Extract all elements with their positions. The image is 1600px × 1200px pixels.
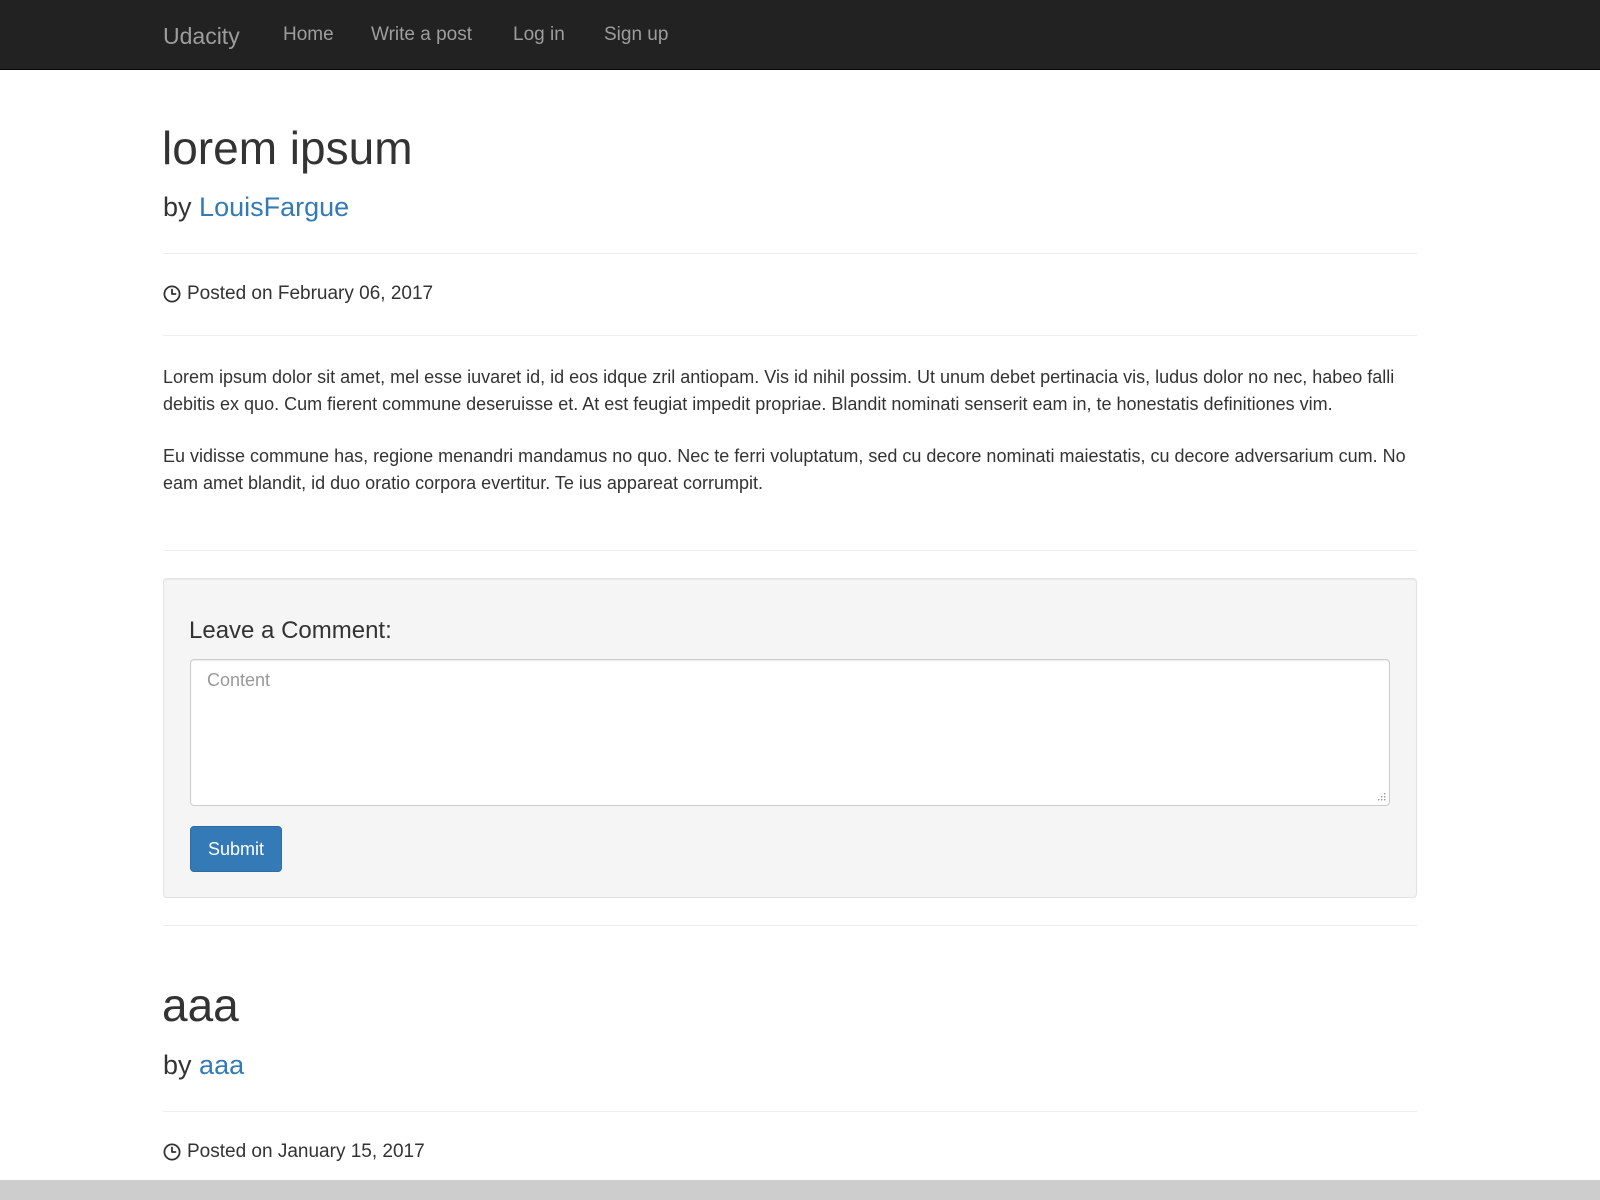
- nav-link-sign-up[interactable]: Sign up: [604, 24, 668, 46]
- posted-on-text: Posted on February 06, 2017: [187, 283, 434, 304]
- nav-link-log-in[interactable]: Log in: [513, 24, 565, 46]
- author-link[interactable]: aaa: [199, 1050, 244, 1080]
- nav-link-write-post[interactable]: Write a post: [371, 24, 472, 46]
- post-date: Posted on February 06, 2017: [163, 282, 433, 306]
- horizontal-scrollbar[interactable]: [0, 1180, 1600, 1200]
- comment-form: Leave a Comment: Submit: [163, 578, 1417, 898]
- divider: [163, 925, 1417, 926]
- submit-button[interactable]: Submit: [190, 826, 282, 872]
- divider: [163, 253, 1417, 254]
- byline-prefix: by: [163, 192, 192, 222]
- post-body: Lorem ipsum dolor sit amet, mel esse iuv…: [163, 364, 1417, 522]
- post-title: lorem ipsum: [162, 122, 413, 174]
- comment-content-textarea[interactable]: [190, 659, 1390, 806]
- clock-icon: [163, 285, 181, 303]
- byline-prefix: by: [163, 1050, 192, 1080]
- divider: [163, 550, 1417, 551]
- resize-grip-icon[interactable]: [1376, 791, 1386, 801]
- top-navbar: Udacity Home Write a post Log in Sign up: [0, 0, 1600, 70]
- post-date: Posted on January 15, 2017: [163, 1140, 425, 1164]
- post-paragraph: Eu vidisse commune has, regione menandri…: [163, 446, 1406, 493]
- comment-heading: Leave a Comment:: [189, 617, 392, 644]
- brand-link[interactable]: Udacity: [163, 22, 240, 50]
- post-byline: by aaa: [163, 1049, 244, 1081]
- nav-link-home[interactable]: Home: [283, 24, 334, 46]
- posted-on-text: Posted on January 15, 2017: [187, 1141, 425, 1162]
- author-link[interactable]: LouisFargue: [199, 192, 349, 222]
- post-title: aaa: [162, 979, 239, 1031]
- post-paragraph: Lorem ipsum dolor sit amet, mel esse iuv…: [163, 367, 1395, 414]
- clock-icon: [163, 1143, 181, 1161]
- divider: [163, 335, 1417, 336]
- divider: [163, 1111, 1417, 1112]
- post-byline: by LouisFargue: [163, 191, 349, 223]
